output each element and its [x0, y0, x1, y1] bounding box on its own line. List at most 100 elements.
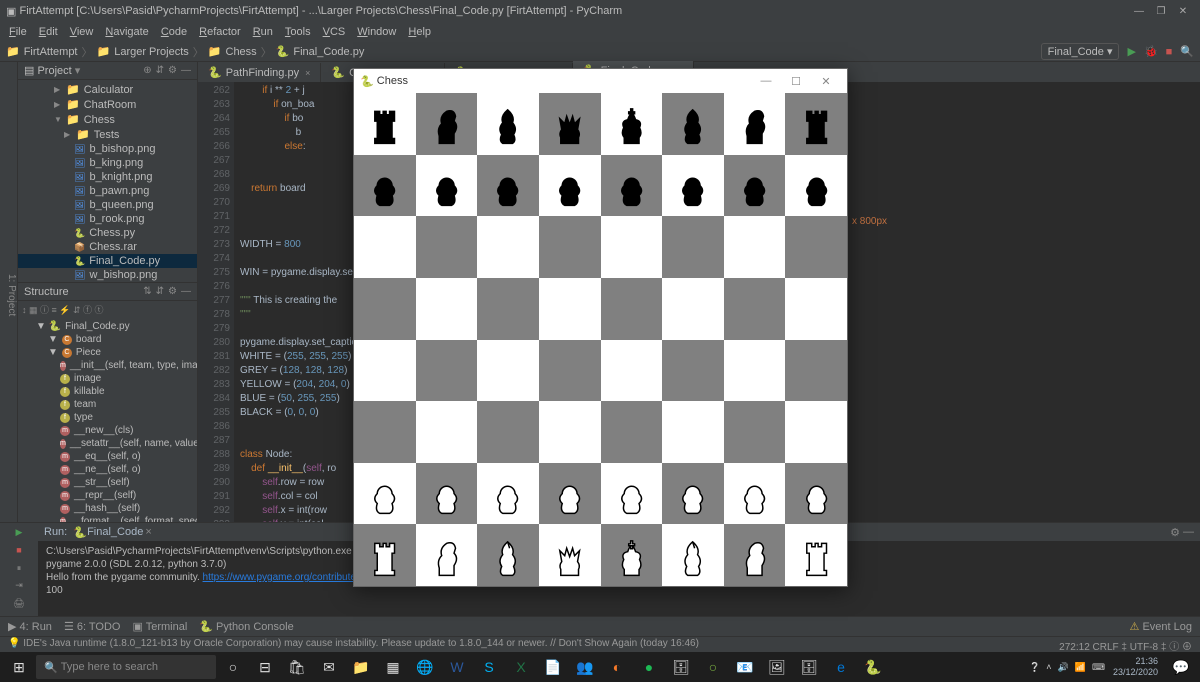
line-gutter[interactable]: 262 263 264 265 266 267 268 269 270 271 … [198, 82, 234, 522]
chess-square[interactable] [601, 401, 663, 463]
chess-square[interactable] [662, 463, 724, 525]
tree-file[interactable]: 🖼 w_bishop.png [18, 268, 197, 282]
structure-item[interactable]: ▼C board [18, 333, 197, 346]
store-icon[interactable]: 🛍 [282, 653, 312, 681]
tree-folder-tests[interactable]: ▶📁 Tests [18, 127, 197, 142]
breadcrumb-item[interactable]: Chess [226, 46, 257, 58]
rerun-button[interactable]: ▶ [12, 527, 26, 541]
target-icon[interactable]: ⊕ [143, 65, 151, 76]
excel-icon[interactable]: X [506, 653, 536, 681]
chess-square[interactable] [477, 93, 539, 155]
tree-folder-chess[interactable]: ▼📁 Chess [18, 112, 197, 127]
chess-square[interactable] [477, 524, 539, 586]
chess-square[interactable] [662, 524, 724, 586]
structure-item[interactable]: m __format__(self, format_spec) [18, 515, 197, 522]
chess-square[interactable] [477, 155, 539, 217]
chess-square[interactable] [539, 155, 601, 217]
chess-square[interactable] [785, 93, 847, 155]
breadcrumb-item[interactable]: Larger Projects [114, 46, 189, 58]
chess-square[interactable] [662, 401, 724, 463]
chess-square[interactable] [601, 216, 663, 278]
chess-square[interactable] [477, 216, 539, 278]
chess-square[interactable] [662, 93, 724, 155]
chess-square[interactable] [662, 278, 724, 340]
chess-square[interactable] [416, 93, 478, 155]
chevron-up-icon[interactable]: ˄ [1046, 662, 1051, 672]
app-icon[interactable]: 🖼 [762, 653, 792, 681]
gear-icon[interactable]: ⚙ [1170, 526, 1180, 539]
chess-square[interactable] [477, 463, 539, 525]
sort-icon[interactable]: ⇅ [143, 286, 151, 297]
structure-item[interactable]: m __ne__(self, o) [18, 463, 197, 476]
app-icon[interactable]: 📄 [538, 653, 568, 681]
chess-square[interactable] [662, 216, 724, 278]
chess-square[interactable] [539, 401, 601, 463]
chess-square[interactable] [477, 278, 539, 340]
mail-icon[interactable]: ✉ [314, 653, 344, 681]
maximize-button[interactable]: ❐ [1150, 6, 1172, 17]
menu-vcs[interactable]: VCS [318, 24, 351, 40]
tree-file[interactable]: 🖼 b_king.png [18, 156, 197, 170]
chess-square[interactable] [354, 340, 416, 402]
tree-file[interactable]: 🖼 b_pawn.png [18, 184, 197, 198]
tree-folder-chatroom[interactable]: ▶📁 ChatRoom [18, 97, 197, 112]
bottom-tab[interactable]: ▣ Terminal [132, 620, 187, 633]
chess-square[interactable] [724, 278, 786, 340]
notifications-icon[interactable]: 💬 [1166, 653, 1196, 681]
chess-square[interactable] [724, 463, 786, 525]
breadcrumb-item[interactable]: FirtAttempt [24, 46, 78, 58]
chess-maximize-button[interactable]: ☐ [781, 75, 811, 88]
tree-file[interactable]: 🖼 b_rook.png [18, 212, 197, 226]
tree-file[interactable]: 📦 Chess.rar [18, 240, 197, 254]
structure-item[interactable]: m __repr__(self) [18, 489, 197, 502]
chess-square[interactable] [785, 340, 847, 402]
breadcrumb-item[interactable]: Final_Code.py [293, 46, 364, 58]
taskbar-search[interactable]: 🔍 Type here to search [36, 655, 216, 679]
structure-item[interactable]: f killable [18, 385, 197, 398]
blender-icon[interactable]: ◐ [602, 653, 632, 681]
tree-file[interactable]: 🐍 Chess.py [18, 226, 197, 240]
chess-square[interactable] [416, 524, 478, 586]
chess-square[interactable] [354, 155, 416, 217]
menu-help[interactable]: Help [403, 24, 436, 40]
tree-folder-calculator[interactable]: ▶📁 Calculator [18, 82, 197, 97]
bottom-tab[interactable]: ▶ 4: Run [8, 620, 52, 633]
structure-item[interactable]: m __str__(self) [18, 476, 197, 489]
menu-view[interactable]: View [65, 24, 99, 40]
chess-minimize-button[interactable]: — [751, 75, 781, 87]
chrome-icon[interactable]: 🌐 [410, 653, 440, 681]
db-icon[interactable]: 🗄 [666, 653, 696, 681]
collapse-icon[interactable]: ⇵ [156, 65, 164, 76]
project-tool-gutter[interactable]: 1: Project [0, 62, 18, 522]
chess-square[interactable] [601, 463, 663, 525]
explorer-icon[interactable]: 📁 [346, 653, 376, 681]
structure-item[interactable]: ▼C Piece [18, 346, 197, 359]
menu-edit[interactable]: Edit [34, 24, 63, 40]
chess-square[interactable] [416, 463, 478, 525]
hide-icon[interactable]: — [1183, 526, 1194, 538]
status-message[interactable]: IDE's Java runtime (1.8.0_121-b13 by Ora… [23, 638, 699, 651]
chess-square[interactable] [416, 340, 478, 402]
structure-item[interactable]: m __setattr__(self, name, value) [18, 437, 197, 450]
chess-square[interactable] [354, 216, 416, 278]
wifi-icon[interactable]: 📶 [1075, 662, 1086, 673]
stop-run-button[interactable]: ■ [12, 545, 26, 559]
task-view-icon[interactable]: ⊟ [250, 653, 280, 681]
chess-square[interactable] [724, 524, 786, 586]
project-tree[interactable]: ▶📁 Calculator▶📁 ChatRoom▼📁 Chess▶📁 Tests… [18, 80, 197, 282]
chess-square[interactable] [354, 463, 416, 525]
chess-square[interactable] [354, 278, 416, 340]
chess-square[interactable] [539, 278, 601, 340]
chess-square[interactable] [662, 155, 724, 217]
db-icon[interactable]: 🗄 [794, 653, 824, 681]
chess-square[interactable] [785, 155, 847, 217]
chess-square[interactable] [539, 93, 601, 155]
chess-square[interactable] [601, 340, 663, 402]
chess-board[interactable] [354, 93, 847, 586]
chess-square[interactable] [662, 340, 724, 402]
chess-square[interactable] [416, 278, 478, 340]
structure-item[interactable]: m __init__(self, team, type, image, kill… [18, 359, 197, 372]
spotify-icon[interactable]: ● [634, 653, 664, 681]
app-icon[interactable]: ○ [698, 653, 728, 681]
run-button[interactable]: ▶ [1127, 45, 1135, 58]
